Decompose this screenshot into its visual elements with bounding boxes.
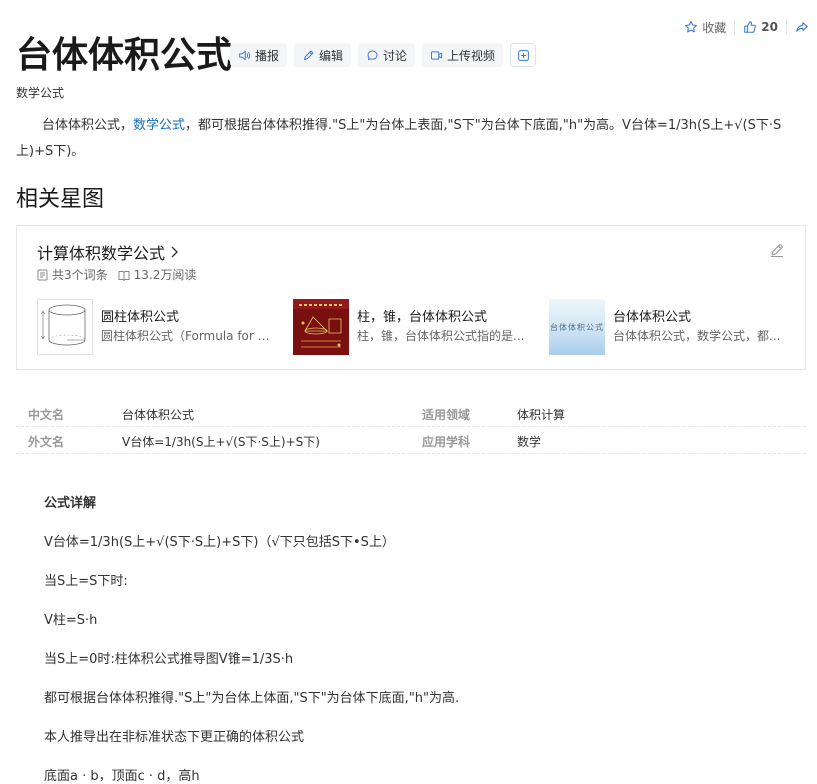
star-map-entry[interactable]: 圆柱体积公式 圆柱体积公式（Formula for th... [37,299,293,355]
reads-meta: 13.2万阅读 [118,266,197,283]
title-toolbar: 播报 编辑 讨论 上传视频 [230,43,537,67]
card-edit-button[interactable] [769,242,785,262]
speaker-icon [239,50,250,60]
section-heading: 公式详解 [44,496,97,511]
add-button[interactable] [510,43,537,67]
info-value: 数学 [517,435,542,449]
star-map-entry[interactable]: 柱，锥，台体体积公式 柱，锥，台体体积公式指的是... [293,299,549,355]
star-icon [685,21,698,33]
body-line: V台体=1/3h(S上+√(S下·S上)+S下)（√下只包括S下•S上） [44,535,395,550]
entry-count: 共3个词条 [52,268,108,282]
basic-info-table: 中文名 台体体积公式 适用领域 体积计算 外文名 V台体=1/3h(S上+√(S… [16,400,806,454]
info-row: 外文名 V台体=1/3h(S上+√(S下·S上)+S下) 应用学科 数学 [16,427,806,454]
info-key: 适用领域 [422,408,471,422]
entry-name: 柱，锥，台体体积公式 [357,310,488,325]
divider [734,19,736,35]
discuss-label: 讨论 [383,48,408,63]
solids-thumbnail [293,299,349,355]
upload-video-label: 上传视频 [447,48,496,63]
star-map-entries: 圆柱体积公式 圆柱体积公式（Formula for th... 柱，锥，台体体积 [37,299,805,355]
info-value: 体积计算 [517,408,566,422]
frustum-thumbnail: 台体体积公式 [549,299,605,355]
entry-name: 圆柱体积公式 [101,310,180,325]
cylinder-diagram-icon [41,304,86,346]
info-value: 台体体积公式 [122,408,195,422]
upload-video-button[interactable]: 上传视频 [422,43,504,67]
info-value: V台体=1/3h(S上+√(S下·S上)+S下) [122,435,320,449]
info-row: 中文名 台体体积公式 适用领域 体积计算 [16,400,806,427]
entry-description: 台体体积公式，数学公式，都... [613,329,781,343]
pencil-icon [771,243,784,258]
entry-name: 台体体积公式 [613,310,692,325]
top-action-bar: 收藏 20 [684,18,817,36]
related-section-heading: 相关星图 [16,187,105,212]
share-icon [796,22,808,32]
divider [786,19,787,35]
video-camera-icon [431,50,443,60]
card-meta: 共3个词条 13.2万阅读 [37,266,196,283]
summary-text-start: 台体体积公式， [42,118,134,133]
plus-square-icon [517,49,529,61]
play-label: 播报 [255,48,280,63]
page-title: 台体体积公式 [16,35,233,76]
like-count: 20 [761,20,778,34]
favorite-label: 收藏 [702,20,727,35]
info-key: 应用学科 [422,435,471,449]
info-key: 外文名 [28,435,65,449]
entry-description: 圆柱体积公式（Formula for th... [101,329,273,343]
entry-description: 柱，锥，台体体积公式指的是... [357,329,525,343]
share-button[interactable] [795,20,817,34]
body-line: 都可根据台体体积推得."S上"为台体上体面,"S下"为台体下底面,"h"为高. [44,691,460,706]
thumbnail-caption: 台体体积公式 [550,322,604,332]
read-count: 13.2万阅读 [133,268,197,282]
like-button[interactable]: 20 [743,20,778,34]
body-line: 当S上=0时:柱体积公式推导图V锥=1/3S·h [44,652,294,667]
summary-paragraph: 台体体积公式，数学公式，都可根据台体体积推得."S上"为台体上表面,"S下"为台… [16,113,806,165]
star-map-card: 计算体积数学公式 共3个词条 13.2万阅读 圆柱体积公式 圆柱体积公式（For… [16,225,806,370]
chevron-right-icon [171,246,179,258]
edit-label: 编辑 [319,48,344,63]
favorite-button[interactable]: 收藏 [684,19,726,36]
star-map-entry[interactable]: 台体体积公式 台体体积公式 台体体积公式，数学公式，都... [549,299,805,355]
star-map-title: 计算体积数学公式 [37,244,166,263]
play-button[interactable]: 播报 [230,43,288,67]
pencil-icon [303,50,314,60]
edit-button[interactable]: 编辑 [294,43,352,67]
cylinder-thumbnail [37,299,93,355]
body-line: 本人推导出在非标准状态下更正确的体积公式 [44,730,305,745]
body-line: 底面a · b，顶面c · d，高h [44,769,200,784]
star-map-title-link[interactable]: 计算体积数学公式 [37,240,179,264]
thumbs-up-icon [744,21,757,33]
discuss-button[interactable]: 讨论 [358,43,416,67]
body-line: 当S上=S下时: [44,574,128,589]
chat-bubble-icon [367,50,378,60]
entry-count-meta: 共3个词条 [37,266,108,283]
info-key: 中文名 [28,408,65,422]
book-icon [118,270,130,281]
entry-subtitle: 数学公式 [16,86,65,100]
solids-diagram-icon [293,299,349,348]
math-formula-link[interactable]: 数学公式 [133,118,185,133]
document-icon [37,269,48,280]
body-line: V柱=S·h [44,613,98,628]
